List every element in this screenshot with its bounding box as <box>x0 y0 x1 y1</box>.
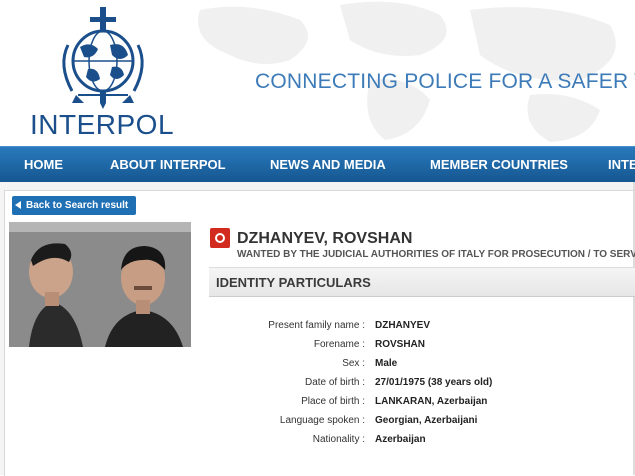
identity-row-date-of-birth: Date of birth : 27/01/1975 (38 years old… <box>209 377 635 395</box>
field-value: Georgian, Azerbaijani <box>375 415 478 426</box>
field-value: Azerbaijan <box>375 434 426 445</box>
nav-item-home[interactable]: HOME <box>24 157 63 172</box>
interpol-logo[interactable]: INTERPOL <box>28 5 178 143</box>
field-label: Date of birth : <box>304 377 365 388</box>
identity-row-nationality: Nationality : Azerbaijan <box>209 434 635 452</box>
field-label: Language spoken : <box>279 415 365 426</box>
site-tagline: CONNECTING POLICE FOR A SAFER WO <box>255 70 635 93</box>
field-value: LANKARAN, Azerbaijan <box>375 396 488 407</box>
identity-section-header: IDENTITY PARTICULARS <box>209 267 635 297</box>
identity-row-language-spoken: Language spoken : Georgian, Azerbaijani <box>209 415 635 433</box>
site-header: INTERPOL CONNECTING POLICE FOR A SAFER W… <box>0 0 635 146</box>
identity-row-forename: Forename : ROVSHAN <box>209 339 635 357</box>
wanted-person-name: DZHANYEV, ROVSHAN <box>237 230 413 247</box>
field-value: 27/01/1975 (38 years old) <box>375 377 493 388</box>
field-label: Nationality : <box>312 434 365 445</box>
interpol-emblem-icon <box>62 7 144 109</box>
field-value: ROVSHAN <box>375 339 426 350</box>
mugshot-photo <box>9 222 191 347</box>
interpol-wordmark: INTERPOL <box>30 109 175 140</box>
field-value: Male <box>375 358 398 369</box>
field-value: DZHANYEV <box>375 320 431 331</box>
red-notice-icon <box>210 228 230 248</box>
mugshot-image <box>9 222 191 347</box>
field-label: Present family name : <box>268 320 365 331</box>
field-label: Place of birth : <box>301 396 365 407</box>
nav-item-member-countries[interactable]: MEMBER COUNTRIES <box>430 157 568 172</box>
nav-item-inte[interactable]: INTE <box>608 157 635 172</box>
wanted-by-text: WANTED BY THE JUDICIAL AUTHORITIES OF IT… <box>237 249 635 260</box>
identity-row-family-name: Present family name : DZHANYEV <box>209 320 635 338</box>
nav-item-about-interpol[interactable]: ABOUT INTERPOL <box>110 157 226 172</box>
main-nav: HOME ABOUT INTERPOL NEWS AND MEDIA MEMBE… <box>0 146 635 183</box>
identity-row-sex: Sex : Male <box>209 358 635 376</box>
back-to-search-button[interactable]: Back to Search result <box>12 196 137 215</box>
identity-row-place-of-birth: Place of birth : LANKARAN, Azerbaijan <box>209 396 635 414</box>
field-label: Forename : <box>313 339 365 350</box>
identity-title: IDENTITY PARTICULARS <box>216 275 371 290</box>
nav-item-news-and-media[interactable]: NEWS AND MEDIA <box>270 157 386 172</box>
field-label: Sex : <box>342 358 365 369</box>
